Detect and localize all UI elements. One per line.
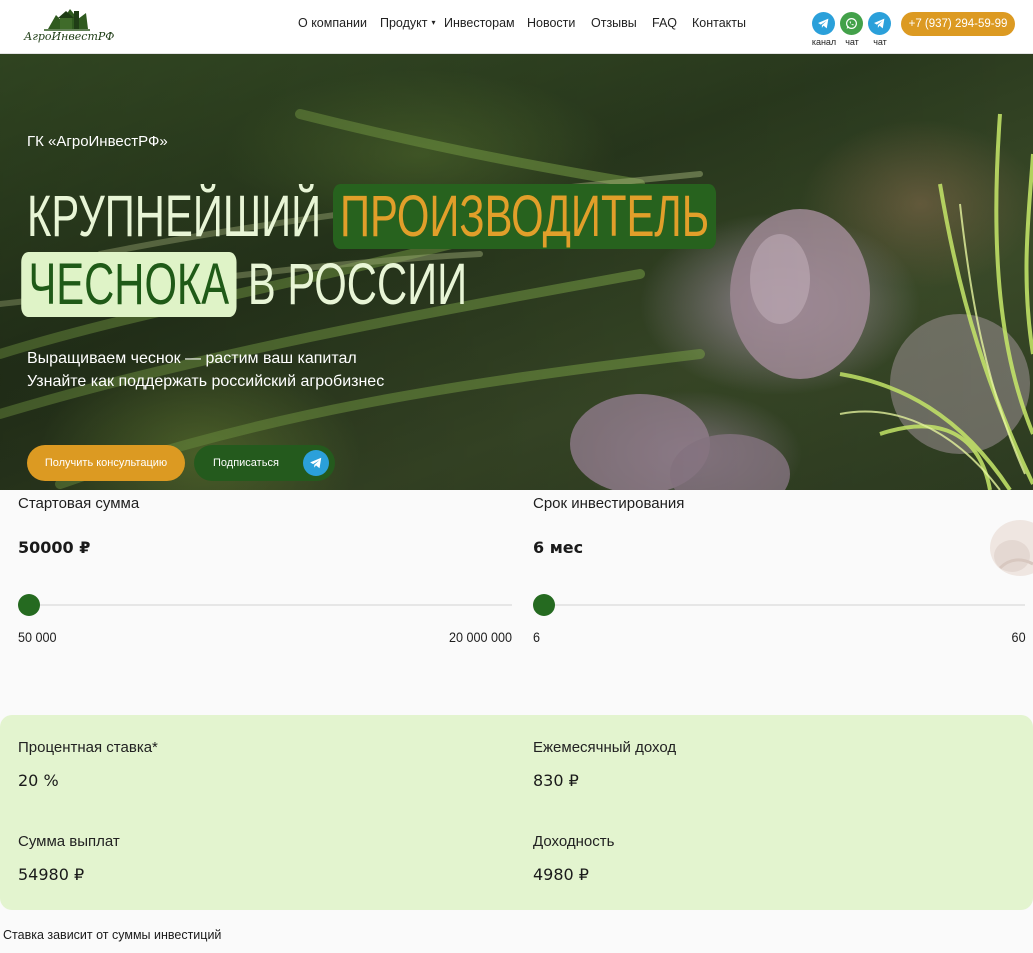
nav-item-label: Новости	[527, 16, 576, 30]
amount-slider-track[interactable]	[18, 604, 512, 606]
result-value: 54980 ₽	[18, 865, 85, 884]
investment-calculator: Стартовая сумма 50000 ₽ 50 000 20 000 00…	[0, 490, 1033, 953]
hero-banner: ГК «АгроИнвестРФ» КРУПНЕЙШИЙ ПРОИЗВОДИТЕ…	[0, 54, 1033, 490]
nav-item-label: FAQ	[652, 16, 678, 30]
amount-min: 50 000	[18, 629, 57, 645]
hero-title-highlight: ЧЕСНОКА	[21, 252, 237, 317]
logo-farm-icon	[44, 9, 90, 31]
term-label: Срок инвестирования	[533, 495, 685, 512]
nav-item-faq[interactable]: FAQ	[652, 16, 677, 30]
amount-value: 50000 ₽	[18, 538, 91, 557]
term-slider-handle[interactable]	[533, 594, 555, 616]
result-label: Сумма выплат	[18, 833, 120, 850]
telegram-icon	[303, 450, 329, 476]
consultation-button[interactable]: Получить консультацию	[27, 445, 185, 481]
amount-label: Стартовая сумма	[18, 495, 140, 512]
nav-item-label: Отзывы	[591, 16, 637, 30]
amount-slider-handle[interactable]	[18, 594, 40, 616]
social-telegram-chat[interactable]: чат	[865, 12, 895, 48]
nav-item-about[interactable]: О компании	[298, 16, 367, 30]
social-label: чат	[873, 37, 887, 47]
term-value: 6 мес	[533, 538, 584, 557]
calculation-results: Процентная ставка* 20 % Ежемесячный дохо…	[0, 715, 1033, 910]
hero-subtitle: Узнайте как поддержать российский агроби…	[27, 373, 385, 390]
subscribe-label: Подписаться	[213, 457, 279, 469]
result-value: 4980 ₽	[533, 865, 589, 884]
nav-item-label: О компании	[298, 16, 367, 30]
nav-item-label: Контакты	[692, 16, 746, 30]
phone-button[interactable]: +7 (937) 294-59-99	[901, 12, 1015, 36]
nav-item-label: Инвесторам	[444, 16, 515, 30]
term-min: 6	[533, 629, 541, 645]
result-label: Доходность	[533, 833, 615, 850]
result-label: Процентная ставка*	[18, 739, 158, 756]
hero-title-plain: КРУПНЕЙШИЙ	[27, 184, 333, 249]
term-max: 60	[1011, 629, 1026, 645]
telegram-icon	[812, 12, 835, 35]
hero-title-line-1: КРУПНЕЙШИЙ ПРОИЗВОДИТЕЛЬ	[27, 183, 717, 251]
nav-item-contacts[interactable]: Контакты	[692, 16, 746, 30]
chevron-down-icon: ▾	[431, 18, 436, 27]
term-slider-track[interactable]	[533, 604, 1025, 606]
hero-title-plain: В РОССИИ	[236, 252, 468, 317]
telegram-icon	[868, 12, 891, 35]
nav-item-label: Продукт	[380, 16, 428, 30]
result-value: 830 ₽	[533, 771, 579, 790]
site-header: АгроИнвестРФ О компании Продукт ▾ Инвесто…	[0, 0, 1033, 54]
hero-title-highlight: ПРОИЗВОДИТЕЛЬ	[332, 184, 717, 249]
result-value: 20 %	[18, 771, 59, 790]
nav-item-investors[interactable]: Инвесторам	[444, 16, 515, 30]
amount-max: 20 000 000	[448, 629, 512, 645]
logo[interactable]: АгроИнвестРФ	[24, 3, 115, 47]
nav-item-reviews[interactable]: Отзывы	[591, 16, 637, 30]
hero-kicker: ГК «АгроИнвестРФ»	[27, 133, 168, 150]
nav-item-product[interactable]: Продукт ▾	[380, 16, 436, 30]
result-label: Ежемесячный доход	[533, 739, 677, 756]
logo-text: АгроИнвестРФ	[24, 30, 115, 43]
subscribe-button[interactable]: Подписаться	[194, 445, 335, 481]
nav-item-news[interactable]: Новости	[527, 16, 575, 30]
hero-subtitle: Выращиваем чеснок — растим ваш капитал	[27, 350, 357, 367]
whatsapp-icon	[840, 12, 863, 35]
rate-footnote: Ставка зависит от суммы инвестиций	[3, 928, 222, 942]
hero-title-line-2: ЧЕСНОКА В РОССИИ	[21, 251, 574, 319]
garlic-decoration-image	[990, 520, 1033, 576]
